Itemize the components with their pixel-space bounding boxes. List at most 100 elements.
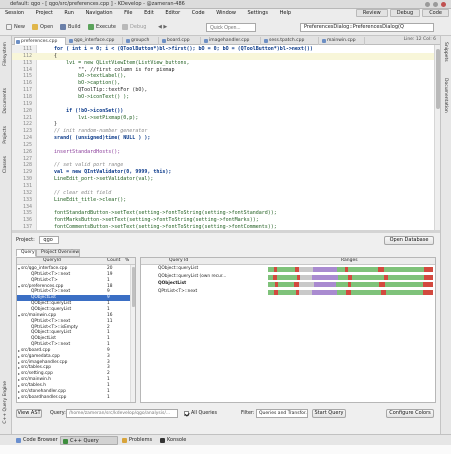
view-ast-button[interactable]: View AST xyxy=(16,409,42,418)
build-button[interactable]: Build xyxy=(60,23,81,32)
range-bar[interactable] xyxy=(268,282,433,287)
debug-area-button[interactable]: Debug xyxy=(389,9,421,17)
code-line[interactable]: 113 lvi = new QListViewItem(ListView_but… xyxy=(12,60,440,67)
code-line[interactable]: 116 bO->caption(), xyxy=(12,80,440,87)
code-line[interactable]: 134 xyxy=(12,204,440,211)
dock-cpp-query-engine[interactable]: C++ Query Engine xyxy=(3,381,8,424)
expand-arrow-icon[interactable]: ▸ xyxy=(18,395,20,401)
menu-edit[interactable]: Edit xyxy=(139,9,159,18)
query-file-input[interactable]: /home/zameran/src/kdevelop/qgo/analysis/… xyxy=(66,409,178,418)
menu-file[interactable]: File xyxy=(119,9,137,18)
code-line[interactable]: 129 val = new QIntValidator(0, 9999, thi… xyxy=(12,169,440,176)
tree-row[interactable]: ▸ src/tables.h 1 xyxy=(17,383,131,389)
expand-arrow-icon[interactable]: ▸ xyxy=(18,365,20,371)
tree-row[interactable]: QPtrList<T>::next 11 xyxy=(17,319,131,325)
code-line[interactable]: 119 xyxy=(12,101,440,108)
code-line[interactable]: 130 LineEdit_port->setValidator(val); xyxy=(12,176,440,183)
code-line[interactable]: 135 fontStandardButton->setText(setting-… xyxy=(12,210,440,217)
code-line[interactable]: 121 lvi->setPixmap(0,p); xyxy=(12,115,440,122)
dock-projects[interactable]: Projects xyxy=(3,126,8,144)
tab-groupch[interactable]: groupch xyxy=(125,37,159,45)
new-button[interactable]: New xyxy=(6,23,25,32)
start-query-button[interactable]: Start Query xyxy=(312,409,346,418)
toolview-code-browser[interactable]: Code Browser xyxy=(14,436,58,445)
col-percent[interactable]: % xyxy=(125,258,129,264)
menu-run[interactable]: Run xyxy=(59,9,79,18)
filter-select[interactable]: Queries and Transfor... xyxy=(256,409,308,418)
menu-project[interactable]: Project xyxy=(31,9,58,18)
tab-mainwin-cpp[interactable]: mainwin.cpp xyxy=(321,37,365,45)
code-line[interactable]: 136 fontMarksButton->setText(setting->fo… xyxy=(12,217,440,224)
debug-button[interactable]: Debug xyxy=(122,23,146,32)
tree-row[interactable]: ▸ src/stonehandler.cpp 1 xyxy=(17,389,131,395)
back-button[interactable]: ◀ ▶ xyxy=(150,23,167,32)
col-ranges[interactable]: Ranges xyxy=(341,258,358,264)
code-line[interactable]: 133 LineEdit_title->clear(); xyxy=(12,197,440,204)
scrollbar-thumb[interactable] xyxy=(436,49,440,109)
dock-filesystem[interactable]: Filesystem xyxy=(3,42,8,66)
tree-row[interactable]: ▸ src/board.cpp 9 xyxy=(17,348,131,354)
minimize-icon[interactable] xyxy=(425,2,430,7)
configure-colors-button[interactable]: Configure Colors xyxy=(386,409,434,418)
code-line[interactable]: 117 QToolTip::textFor (bO), xyxy=(12,87,440,94)
result-row[interactable]: QObject::queryList xyxy=(141,266,435,273)
range-bar[interactable] xyxy=(268,289,433,295)
result-row[interactable]: QObjectList xyxy=(141,281,435,288)
tab-imagehandler-cpp[interactable]: imagehandler.cpp xyxy=(203,37,261,45)
tree-row[interactable]: QObject::queryList 1 xyxy=(17,301,131,307)
col-count[interactable]: Count xyxy=(107,258,120,264)
expand-arrow-icon[interactable]: ▸ xyxy=(18,377,20,383)
tab-query[interactable]: Query xyxy=(16,249,36,257)
tree-row[interactable]: ▸ src/boardhandler.cpp 1 xyxy=(17,395,131,401)
tab-qgo-interface-cpp[interactable]: qgo_interface.cpp xyxy=(68,37,123,45)
expand-arrow-icon[interactable]: ▸ xyxy=(18,354,20,360)
menu-code[interactable]: Code xyxy=(187,9,210,18)
expand-arrow-icon[interactable]: ▸ xyxy=(18,360,20,366)
toolview-cpp-query-engine[interactable]: C++ Query Engine xyxy=(60,436,118,453)
tree-row[interactable]: QPtrList<T>::next 19 xyxy=(17,272,131,278)
tree-row[interactable]: ▾ src/mainwin.cpp 16 xyxy=(17,313,131,319)
code-line[interactable]: 127 xyxy=(12,156,440,163)
range-bar[interactable] xyxy=(268,274,433,280)
quick-open-input[interactable] xyxy=(206,23,256,32)
code-line[interactable]: 124 srand( (unsigned)time( NULL ) ); xyxy=(12,135,440,142)
query-tree[interactable]: QueryId Count % ▾ src/qgo_interface.cpp 20… xyxy=(16,257,136,403)
dock-documentation[interactable]: Documentation xyxy=(443,78,448,113)
code-editor[interactable]: 111 for ( int i = 0; i < (QToolButton*)b… xyxy=(12,45,440,230)
tree-row[interactable]: QObject::queryList 1 xyxy=(17,307,131,313)
expand-arrow-icon[interactable]: ▸ xyxy=(18,389,20,395)
close-icon[interactable] xyxy=(441,2,446,7)
tab-project-overview[interactable]: Project Overview xyxy=(36,249,80,257)
result-row[interactable]: QObject::queryList (own recur... xyxy=(141,274,435,281)
menu-settings[interactable]: Settings xyxy=(243,9,274,18)
code-line[interactable]: 114 "", //first column is for pixmap xyxy=(12,67,440,74)
context-combo[interactable]: PreferencesDialog::PreferencesDialog(Q xyxy=(300,23,434,32)
tab-board-cpp[interactable]: board.cpp xyxy=(161,37,201,45)
tree-row[interactable]: ▸ src/mainwin.h 1 xyxy=(17,377,131,383)
query-results[interactable]: Query Id Ranges QObject::queryList QObjec… xyxy=(140,257,436,403)
open-button[interactable]: Open xyxy=(32,23,53,32)
menu-window[interactable]: Window xyxy=(211,9,241,18)
code-line[interactable]: 118 bO->iconText() ); xyxy=(12,94,440,101)
code-area-button[interactable]: Code xyxy=(422,9,449,17)
tree-row[interactable]: QObjectList 9 xyxy=(17,295,131,301)
col-queryid[interactable]: QueryId xyxy=(43,258,61,264)
project-select[interactable]: qgo xyxy=(39,236,60,244)
all-queries-checkbox[interactable] xyxy=(184,411,189,416)
menu-navigation[interactable]: Navigation xyxy=(81,9,118,18)
col-query-id[interactable]: Query Id xyxy=(169,258,188,264)
collapse-arrow-icon[interactable]: ▾ xyxy=(18,313,20,319)
tab-sess-tpatch-cpp[interactable]: sess.tpatch.cpp xyxy=(263,37,319,45)
collapse-arrow-icon[interactable]: ▾ xyxy=(18,266,20,272)
execute-button[interactable]: Execute xyxy=(88,23,116,32)
maximize-icon[interactable] xyxy=(433,2,438,7)
code-line[interactable]: 120 if (!bO->iconSet()) xyxy=(12,108,440,115)
expand-arrow-icon[interactable]: ▸ xyxy=(18,383,20,389)
expand-arrow-icon[interactable]: ▸ xyxy=(18,371,20,377)
code-line[interactable]: 125 xyxy=(12,142,440,149)
tab-preferences-cpp[interactable]: preferences.cpp xyxy=(14,37,66,45)
code-line[interactable]: 112 { xyxy=(12,52,440,60)
code-line[interactable]: 128 // set valid port range xyxy=(12,162,440,169)
scrollbar-thumb[interactable] xyxy=(132,267,135,307)
tree-row[interactable]: QPtrList<T>::next 1 xyxy=(17,342,131,348)
